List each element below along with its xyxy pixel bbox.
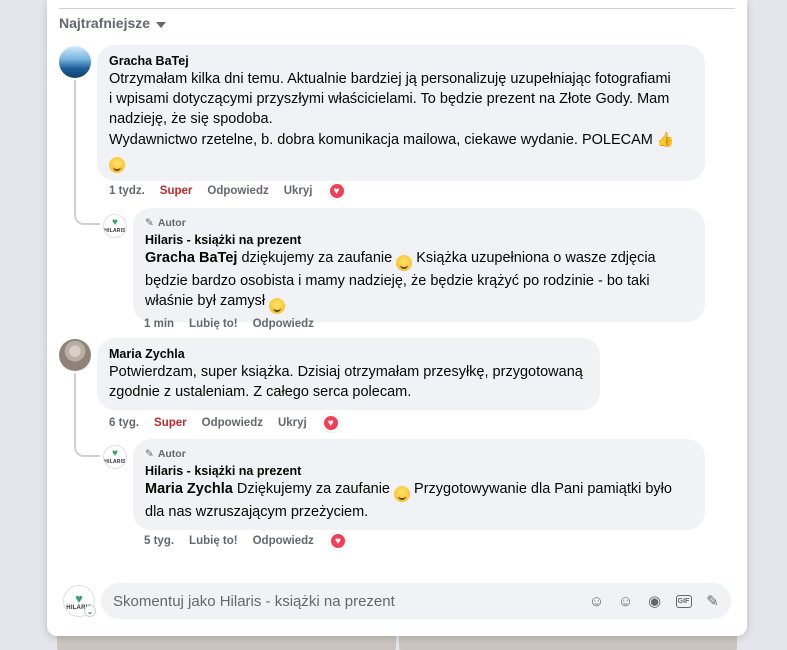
heart-logo-icon: ♥: [112, 217, 118, 228]
reply-text: Gracha BaTej dziękujemy za zaufanie 😊 Ks…: [145, 248, 693, 314]
smile-emoji: 😊: [269, 298, 286, 314]
author-badge: ✎ Autor: [145, 216, 693, 230]
comment-text: Potwierdzam, super książka. Dzisiaj otrz…: [109, 362, 588, 402]
heart-logo-icon: ♥: [75, 590, 83, 606]
reply-line: będzie bardzo osobista i mamy nadzieję, …: [145, 273, 650, 289]
gif-icon[interactable]: GIF: [675, 593, 692, 610]
sort-label: Najtrafniejsze: [59, 15, 151, 31]
avatar[interactable]: [59, 339, 91, 371]
emoji-icon[interactable]: ☺: [617, 593, 634, 610]
page-avatar[interactable]: ♥ HILARIS: [103, 445, 127, 469]
comment-line: i wpisami dotyczącymi przyszłymi właścic…: [109, 91, 670, 107]
comment-bubble: Maria Zychla Potwierdzam, super książka.…: [97, 338, 600, 410]
reaction-button[interactable]: Super: [160, 185, 193, 197]
comment-time[interactable]: 6 tyg.: [109, 417, 139, 429]
reply-time[interactable]: 5 tyg.: [144, 535, 174, 547]
reply-author[interactable]: Hilaris - książki na prezent: [145, 463, 693, 479]
reply-author[interactable]: Hilaris - książki na prezent: [145, 232, 693, 248]
reply-actions: 5 tyg. Lubię to! Odpowiedz ♥: [144, 532, 362, 550]
love-reaction-icon[interactable]: ♥: [321, 414, 340, 432]
reply-text-part: Książka uzupełniona o wasze zdjęcia: [412, 250, 656, 266]
thread-elbow: [74, 195, 100, 225]
reply-button[interactable]: Odpowiedz: [207, 185, 268, 197]
thumbs-up-emoji: 👍: [656, 131, 675, 147]
thread-elbow: [74, 425, 100, 457]
author-badge: ✎ Autor: [145, 447, 693, 461]
reply-text: Maria Zychla Dziękujemy za zaufanie 😊 Pr…: [145, 479, 693, 522]
avatar-logo-text: HILARIS: [104, 459, 126, 465]
avatar[interactable]: [59, 46, 91, 78]
page-avatar[interactable]: ♥ HILARIS: [103, 214, 127, 238]
comment-author[interactable]: Gracha BaTej: [109, 53, 693, 69]
pencil-icon: ✎: [145, 448, 154, 460]
reply-text-part: Dziękujemy za zaufanie: [232, 481, 395, 497]
reply-button[interactable]: Odpowiedz: [202, 417, 263, 429]
reply-bubble: ✎ Autor Hilaris - książki na prezent Mari…: [133, 439, 705, 530]
sticker-icon[interactable]: ✎: [704, 593, 721, 610]
comment-actions: 1 tydz. Super Odpowiedz Ukryj ♥: [109, 182, 361, 200]
comment-line: Wydawnictwo rzetelne, b. dobra komunikac…: [109, 132, 653, 148]
hide-button[interactable]: Ukryj: [284, 185, 313, 197]
hide-button[interactable]: Ukryj: [278, 417, 307, 429]
reply-text-part: Przygotowywanie dla Pani pamiątki było: [410, 481, 672, 497]
avatar-logo-text: HILARIS: [104, 228, 126, 234]
sort-dropdown[interactable]: Najtrafniejsze: [59, 15, 167, 31]
divider: [59, 8, 735, 9]
caret-down-icon: [156, 21, 167, 28]
composer-tools: ☺ ☺ ◉ GIF ✎: [588, 593, 721, 611]
reply-button[interactable]: Odpowiedz: [253, 318, 314, 330]
comment-bubble: Gracha BaTej Otrzymałam kilka dni temu. …: [97, 45, 705, 181]
mention-link[interactable]: Maria Zychla: [145, 481, 233, 497]
reply-actions: 1 min Lubię to! Odpowiedz: [144, 318, 329, 330]
pencil-icon: ✎: [145, 217, 154, 229]
comment-line: zgodnie z ustaleniam. Z całego serca pol…: [109, 384, 412, 400]
comment-author[interactable]: Maria Zychla: [109, 346, 588, 362]
reply-bubble: ✎ Autor Hilaris - książki na prezent Grac…: [133, 208, 705, 322]
love-reaction-icon[interactable]: ♥: [327, 182, 346, 200]
smile-emoji: 😊: [109, 157, 125, 173]
reply-time[interactable]: 1 min: [144, 318, 174, 330]
love-reaction-icon[interactable]: ♥: [328, 532, 347, 550]
smile-emoji: 😊: [394, 486, 411, 502]
reply-button[interactable]: Odpowiedz: [253, 535, 314, 547]
comment-time[interactable]: 1 tydz.: [109, 185, 145, 197]
comment-text: Otrzymałam kilka dni temu. Aktualnie bar…: [109, 69, 693, 173]
comment-line: nadzieję, że się spodoba.: [109, 111, 273, 127]
like-button[interactable]: Lubię to!: [189, 318, 238, 330]
comments-panel: Najtrafniejsze Gracha BaTej Otrzymałam k…: [47, 0, 747, 636]
mention-link[interactable]: Gracha BaTej: [145, 250, 237, 266]
comment-input[interactable]: [113, 592, 588, 610]
comment-composer: ☺ ☺ ◉ GIF ✎: [101, 583, 731, 619]
heart-logo-icon: ♥: [112, 448, 118, 459]
reaction-button[interactable]: Super: [154, 417, 187, 429]
badge-label: Autor: [157, 217, 186, 229]
comment-actions: 6 tyg. Super Odpowiedz Ukryj ♥: [109, 414, 355, 432]
smile-emoji: 😊: [396, 255, 413, 271]
reply-line: dla nas wzruszającym przeżyciem.: [145, 504, 369, 520]
chevron-down-icon[interactable]: ⌄: [84, 605, 96, 617]
badge-label: Autor: [157, 448, 186, 460]
comment-line: Potwierdzam, super książka. Dzisiaj otrz…: [109, 364, 583, 380]
like-button[interactable]: Lubię to!: [189, 535, 238, 547]
thread-line: [74, 80, 76, 210]
reply-text-part: dziękujemy za zaufanie: [237, 250, 397, 266]
avatar-sticker-icon[interactable]: ☺: [588, 593, 605, 610]
comment-line: Otrzymałam kilka dni temu. Aktualnie bar…: [109, 71, 671, 87]
camera-icon[interactable]: ◉: [646, 593, 663, 610]
reply-line: właśnie był zamysł: [145, 293, 270, 309]
